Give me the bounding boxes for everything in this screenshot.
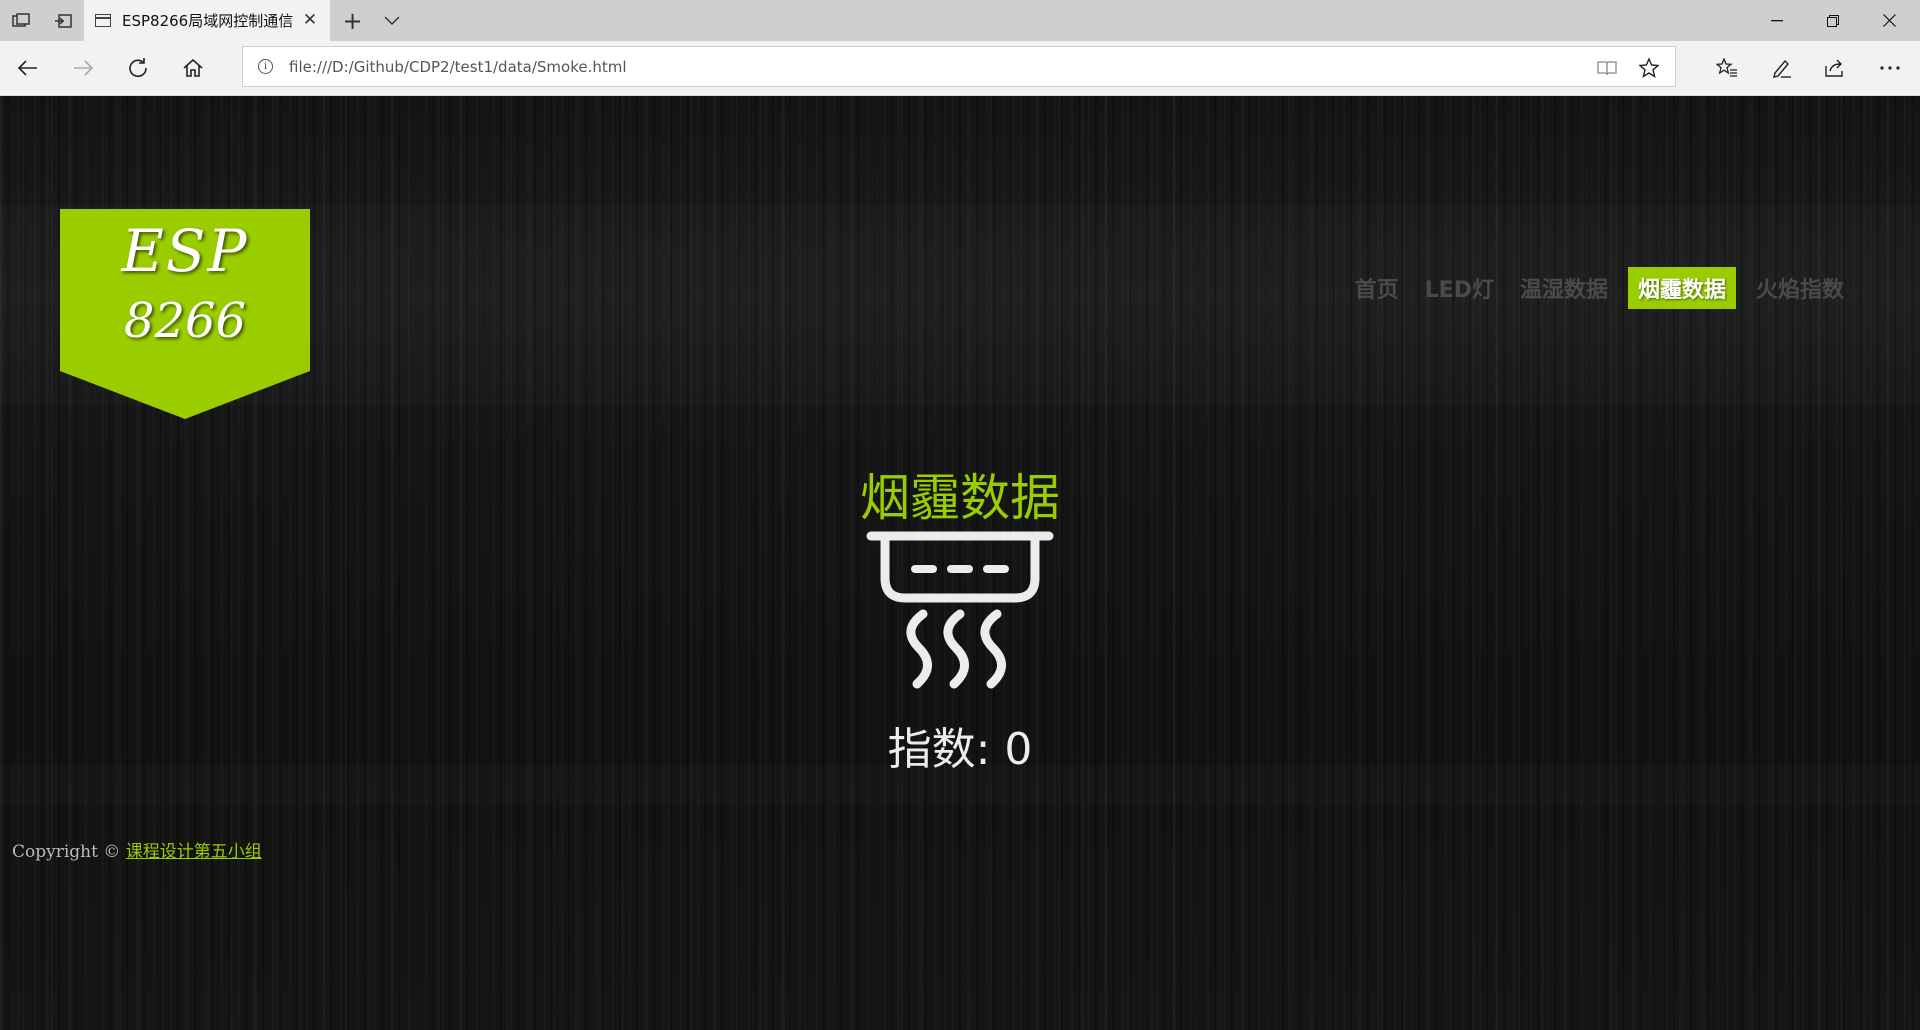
page-icon bbox=[95, 14, 111, 27]
refresh-icon[interactable] bbox=[118, 49, 158, 87]
tab-title: ESP8266局域网控制通信 bbox=[122, 12, 294, 30]
back-icon[interactable] bbox=[8, 49, 48, 87]
url-text[interactable]: file:///D:/Github/CDP2/test1/data/Smoke.… bbox=[289, 58, 627, 76]
favorite-star-icon[interactable] bbox=[1637, 56, 1661, 80]
nav-item-flame[interactable]: 火焰指数 bbox=[1750, 269, 1850, 307]
share-icon[interactable] bbox=[1815, 49, 1855, 87]
nav-item-temperature-humidity[interactable]: 温湿数据 bbox=[1514, 269, 1614, 307]
address-bar: i file:///D:/Github/CDP2/test1/data/Smok… bbox=[0, 41, 1920, 96]
tab-list-chevron-icon[interactable] bbox=[371, 0, 412, 41]
pen-notes-icon[interactable] bbox=[1762, 49, 1802, 87]
browser-tab[interactable]: ESP8266局域网控制通信 ✕ bbox=[84, 0, 330, 41]
page-title: 烟霾数据 bbox=[860, 469, 1060, 527]
minimize-icon[interactable] bbox=[1749, 0, 1805, 41]
smoke-index-reading: 指数: 0 bbox=[887, 724, 1033, 775]
site-info-icon[interactable]: i bbox=[258, 59, 273, 74]
set-tabs-aside-icon[interactable] bbox=[42, 0, 83, 41]
nav-item-smoke[interactable]: 烟霾数据 bbox=[1627, 267, 1736, 309]
team-link[interactable]: 课程设计第五小组 bbox=[126, 842, 262, 862]
copyright-text: Copyright © bbox=[12, 842, 121, 862]
browser-title-bar: ESP8266局域网控制通信 ✕ + bbox=[0, 0, 1920, 41]
tab-actions-icon[interactable] bbox=[0, 0, 41, 41]
smoke-detector-icon bbox=[863, 524, 1057, 718]
close-tab-icon[interactable]: ✕ bbox=[300, 10, 320, 30]
nav-item-home[interactable]: 首页 bbox=[1349, 269, 1405, 307]
logo-text-8266: 8266 bbox=[123, 293, 247, 349]
forward-icon[interactable] bbox=[63, 49, 103, 87]
nav-item-led[interactable]: LED灯 bbox=[1419, 269, 1500, 307]
logo-text-esp: ESP bbox=[121, 217, 249, 285]
reading-view-icon[interactable] bbox=[1595, 56, 1619, 80]
home-icon[interactable] bbox=[173, 49, 213, 87]
esp8266-logo[interactable]: ESP 8266 bbox=[60, 209, 310, 419]
web-page: ESP 8266 首页 LED灯 温湿数据 烟霾数据 火焰指数 烟霾数据 指数:… bbox=[0, 96, 1920, 1030]
close-window-icon[interactable] bbox=[1861, 0, 1917, 41]
restore-icon[interactable] bbox=[1805, 0, 1861, 41]
more-options-icon[interactable] bbox=[1870, 49, 1910, 87]
favorites-hub-icon[interactable] bbox=[1707, 49, 1747, 87]
new-tab-icon[interactable]: + bbox=[332, 0, 373, 41]
main-nav: 首页 LED灯 温湿数据 烟霾数据 火焰指数 bbox=[1335, 267, 1850, 309]
footer: Copyright © 课程设计第五小组 bbox=[12, 837, 262, 862]
url-field[interactable]: i file:///D:/Github/CDP2/test1/data/Smok… bbox=[242, 46, 1676, 87]
